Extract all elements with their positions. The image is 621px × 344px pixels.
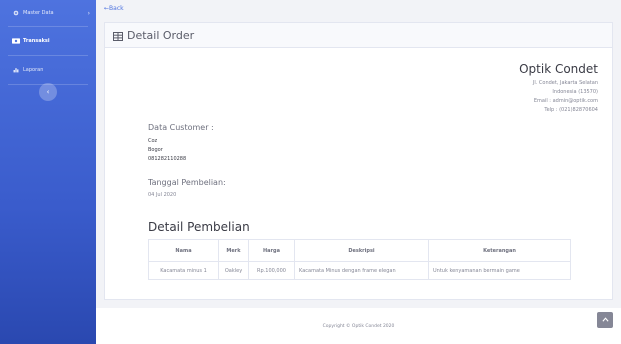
sidebar-item-master-data[interactable]: Master Data › (0, 0, 96, 26)
table-header-row: Nama Merk Harga Deskripsi Keterangan (148, 239, 571, 262)
column-header: Merk (218, 239, 249, 262)
detail-table: Nama Merk Harga Deskripsi Keterangan Kac… (148, 239, 571, 280)
customer-heading: Data Customer : (148, 123, 214, 132)
company-name: Optik Condet (519, 62, 598, 76)
back-link[interactable]: ←Back (104, 5, 124, 12)
column-header: Harga (248, 239, 295, 262)
detail-title: Detail Pembelian (148, 220, 250, 234)
purchase-date: Tanggal Pembelian: 04 Jul 2020 (148, 178, 226, 198)
table-cell: Kacamata minus 1 (148, 261, 219, 280)
customer-city: Bogor (148, 147, 163, 153)
sidebar-item-label: Laporan (23, 67, 44, 73)
chevron-up-icon (601, 316, 609, 324)
sidebar-toggle-button[interactable]: ‹ (39, 83, 57, 101)
table-row: Kacamata minus 1 Oakley Rp.100,000 Kacam… (148, 261, 571, 280)
purchase-date-value: 04 Jul 2020 (148, 192, 177, 198)
table-cell: Untuk kenyamanan bermain game (428, 261, 571, 280)
sidebar-item-label: Master Data (23, 10, 54, 16)
page-header: Detail Order (104, 22, 613, 48)
sidebar: Master Data › Transaksi Laporan ‹ (0, 0, 96, 344)
company-address1: Jl. Condet, Jakarta Selatan (532, 80, 598, 86)
customer-info: Data Customer : Coz Bogor 081282110288 (148, 123, 214, 164)
order-card: Optik Condet Jl. Condet, Jakarta Selatan… (104, 48, 613, 300)
company-phone: Telp : (021)82870604 (544, 107, 598, 113)
purchase-date-heading: Tanggal Pembelian: (148, 178, 226, 187)
customer-name: Coz (148, 138, 158, 144)
chevron-right-icon: › (87, 9, 90, 17)
company-info: Optik Condet Jl. Condet, Jakarta Selatan… (519, 62, 598, 115)
table-cell: Rp.100,000 (248, 261, 295, 280)
footer-copyright: Copyright © Optik Condet 2020 (322, 323, 395, 329)
scroll-to-top-button[interactable] (597, 312, 613, 328)
table-icon (113, 26, 123, 45)
table-cell: Oakley (218, 261, 249, 280)
money-icon (12, 38, 20, 44)
page-title: Detail Order (127, 28, 195, 42)
company-address2: Indonesia (13570) (552, 89, 598, 95)
sidebar-item-transaksi[interactable]: Transaksi (0, 27, 96, 55)
company-email: Email : admin@optik.com (533, 98, 598, 104)
customer-phone: 081282110288 (148, 156, 187, 162)
column-header: Keterangan (428, 239, 571, 262)
column-header: Nama (148, 239, 219, 262)
sidebar-item-label: Transaksi (23, 38, 50, 44)
table-cell: Kacamata Minus dengan frame elegan (294, 261, 429, 280)
chart-icon (12, 67, 20, 73)
cog-icon (12, 10, 20, 16)
column-header: Deskripsi (294, 239, 429, 262)
chevron-left-icon: ‹ (46, 88, 50, 96)
sidebar-item-laporan[interactable]: Laporan (0, 56, 96, 84)
footer: Copyright © Optik Condet 2020 (96, 308, 621, 344)
